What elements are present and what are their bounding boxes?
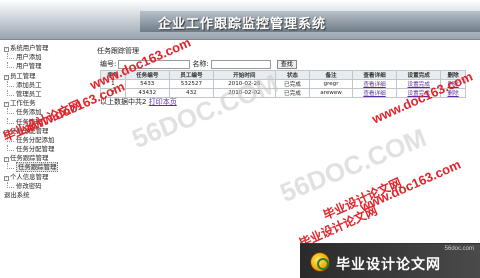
code-input[interactable] bbox=[118, 59, 191, 69]
logo-name: 毕业设计论文网 bbox=[336, 257, 441, 273]
col-header: 备注 bbox=[309, 70, 353, 80]
sidebar-item-logout[interactable]: 退出系统 bbox=[0, 191, 92, 200]
sidebar-item-assign[interactable]: - 任务分配管理 bbox=[0, 127, 92, 136]
cell-remark: arewew bbox=[309, 88, 353, 98]
watermark-56doc: 56DOC.COM bbox=[275, 122, 431, 208]
col-header: 删除 bbox=[440, 70, 466, 80]
site-logo: 56doc.com 毕业设计论文网 bbox=[300, 243, 480, 278]
sidebar-item-user-manage[interactable]: 用户管理 bbox=[0, 62, 92, 71]
search-bar: 编号: 名称: 查找 bbox=[100, 58, 297, 70]
cell-start-time: 2010-02-26 bbox=[212, 79, 276, 89]
page-title: 任务跟踪管理 bbox=[97, 47, 139, 55]
cell-task-code: 5433 bbox=[124, 79, 170, 89]
sidebar-item-assign-manage[interactable]: 任务分配管理 bbox=[0, 145, 92, 154]
sidebar-item-change-password[interactable]: 修改密码 bbox=[0, 181, 92, 191]
table-row: 1 5433 532527 2010-02-26 已完成 gregr 查看详细 … bbox=[100, 79, 466, 89]
collapse-icon[interactable]: - bbox=[4, 74, 9, 80]
sidebar-tree: - 系统用户管理 用户添加 用户管理 - 员工管理 添加员工 管理员工 - 工作任务 … bbox=[0, 44, 92, 278]
collapse-icon[interactable]: - bbox=[4, 47, 9, 52]
cell-delete: 删除 bbox=[440, 88, 466, 98]
cell-complete: 设置完成 bbox=[396, 88, 442, 98]
sidebar-item-tasks[interactable]: - 工作任务 bbox=[0, 99, 92, 108]
sidebar-item-staff-add[interactable]: 添加员工 bbox=[0, 80, 92, 90]
search-button[interactable]: 查找 bbox=[276, 59, 297, 69]
table-header-row: 序号 任务编号 员工编号 开始时间 状态 备注 查看详细 设置完成 删除 bbox=[100, 70, 466, 80]
table-footer: 以上数据中共2 打印本页 bbox=[100, 97, 177, 107]
tracking-table: 序号 任务编号 员工编号 开始时间 状态 备注 查看详细 设置完成 删除 1 5… bbox=[100, 70, 466, 98]
logo-site-text: 56doc.com bbox=[444, 246, 474, 252]
globe-icon bbox=[310, 252, 330, 272]
col-header: 查看详细 bbox=[351, 70, 398, 80]
col-header: 设置完成 bbox=[396, 70, 442, 80]
cell-delete: 删除 bbox=[440, 79, 466, 89]
col-header: 序号 bbox=[100, 70, 126, 80]
view-detail-link[interactable]: 查看详细 bbox=[363, 82, 385, 88]
collapse-icon[interactable]: - bbox=[4, 157, 9, 163]
cell-detail: 查看详细 bbox=[351, 88, 398, 98]
record-summary: 以上数据中共2 bbox=[100, 98, 147, 106]
header-banner: 企业工作跟踪监控管理系统 bbox=[0, 0, 480, 40]
cell-complete: 设置完成 bbox=[396, 79, 442, 89]
view-detail-link[interactable]: 查看详细 bbox=[363, 91, 385, 97]
name-label: 名称: bbox=[192, 60, 209, 68]
cell-status: 已完成 bbox=[274, 88, 311, 98]
col-header: 状态 bbox=[274, 70, 311, 80]
cell-staff-code: 532527 bbox=[168, 79, 214, 89]
sidebar-item-staff-manage[interactable]: 管理员工 bbox=[0, 89, 92, 99]
cell-detail: 查看详细 bbox=[351, 79, 398, 89]
delete-link[interactable]: 删除 bbox=[448, 82, 459, 88]
app-title: 企业工作跟踪监控管理系统 bbox=[158, 17, 327, 32]
print-link[interactable]: 打印本页 bbox=[149, 98, 177, 106]
cell-status: 已完成 bbox=[274, 79, 311, 89]
collapse-icon[interactable]: - bbox=[4, 175, 9, 181]
collapse-icon[interactable]: - bbox=[4, 102, 9, 108]
sidebar-item-assign-add[interactable]: 任务分配添加 bbox=[0, 135, 92, 145]
col-header: 员工编号 bbox=[168, 70, 214, 80]
cell-remark: gregr bbox=[309, 79, 353, 89]
name-input[interactable] bbox=[210, 59, 271, 69]
sidebar-item-profile[interactable]: - 个人信息管理 bbox=[0, 173, 92, 182]
sidebar-item-user-add[interactable]: 用户添加 bbox=[0, 53, 92, 62]
sidebar-item-tracking-manage[interactable]: 任务跟踪管理 bbox=[0, 162, 92, 173]
delete-link[interactable]: 删除 bbox=[448, 91, 459, 97]
code-label: 编号: bbox=[100, 60, 117, 68]
collapse-icon[interactable]: - bbox=[4, 129, 9, 135]
sidebar-item-staff[interactable]: - 员工管理 bbox=[0, 72, 92, 81]
sidebar-item-task-manage[interactable]: 任务管理 bbox=[0, 117, 92, 127]
cell-start-time: 2010-02-02 bbox=[212, 88, 276, 98]
sidebar-item-system-users[interactable]: - 系统用户管理 bbox=[0, 44, 92, 53]
col-header: 任务编号 bbox=[124, 70, 170, 80]
sidebar-item-task-add[interactable]: 任务添加 bbox=[0, 108, 92, 117]
watermark-url: www.doc163.com bbox=[357, 156, 463, 215]
cell-index: 1 bbox=[100, 79, 126, 89]
set-complete-link[interactable]: 设置完成 bbox=[407, 91, 429, 97]
set-complete-link[interactable]: 设置完成 bbox=[407, 82, 429, 88]
col-header: 开始时间 bbox=[212, 70, 276, 80]
watermark-text: 毕业设计论文网 bbox=[320, 175, 404, 223]
